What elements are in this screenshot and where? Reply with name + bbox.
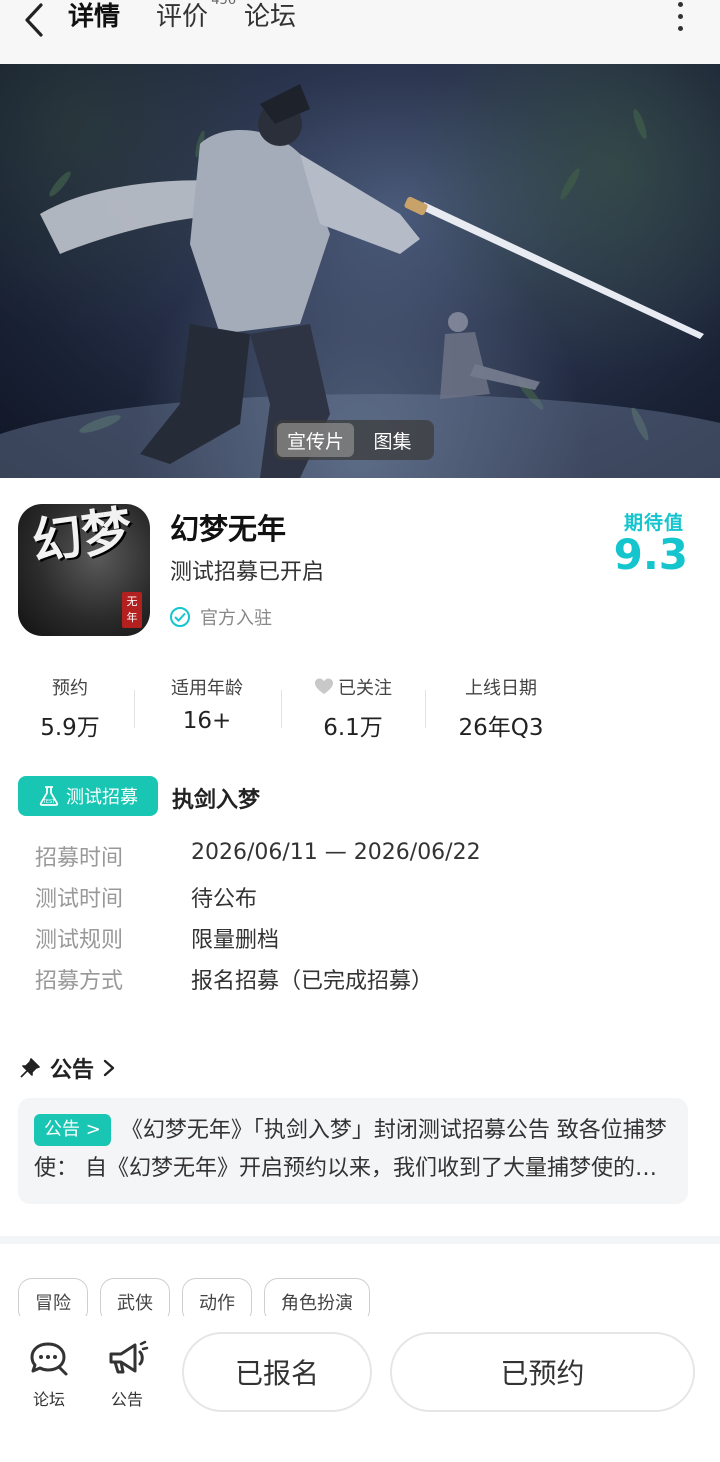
hero-video[interactable]: 宣传片 图集 bbox=[0, 64, 720, 478]
genre-tags: 冒险 武侠 动作 角色扮演 bbox=[18, 1278, 370, 1316]
more-options-button[interactable] bbox=[670, 0, 690, 32]
announcement-card[interactable]: 公告 > 《幻梦无年》「执剑入梦」封闭测试招募公告 致各位捕梦使： 自《幻梦无年》… bbox=[18, 1098, 688, 1204]
stat-followers[interactable]: 已关注 6.1万 bbox=[298, 674, 408, 742]
pin-icon bbox=[20, 1058, 40, 1078]
megaphone-icon bbox=[109, 1340, 149, 1374]
recruit-detail-value: 2026/06/11 — 2026/06/22 bbox=[191, 840, 481, 865]
stat-label: 上线日期 bbox=[465, 678, 537, 699]
app-icon-calligraphy: 幻梦 bbox=[28, 504, 136, 572]
genre-tag[interactable]: 动作 bbox=[182, 1278, 252, 1316]
chevron-right-icon bbox=[103, 1059, 115, 1077]
app-icon: 幻梦 无年 bbox=[18, 504, 150, 636]
recruit-detail-row: 招募时间 2026/06/11 — 2026/06/22 bbox=[35, 840, 481, 871]
test-recruit-badge-label: 测试招募 bbox=[66, 787, 138, 808]
announcement-header[interactable]: 公告 bbox=[20, 1052, 116, 1084]
app-title: 幻梦无年 bbox=[170, 512, 287, 546]
back-arrow-icon bbox=[25, 3, 43, 37]
tab-bar: 详情 评价 456 论坛 bbox=[68, 0, 332, 40]
stat-label-row: 已关注 bbox=[298, 674, 408, 700]
announcement-body: 公告 > 《幻梦无年》「执剑入梦」封闭测试招募公告 致各位捕梦使： 自《幻梦无年》… bbox=[34, 1112, 672, 1188]
verified-check-icon bbox=[170, 607, 190, 627]
stat-age-rating: 适用年龄 16+ bbox=[157, 674, 257, 734]
recruit-detail-row: 测试时间 待公布 bbox=[35, 881, 258, 912]
media-type-switch: 宣传片 图集 bbox=[274, 420, 434, 460]
stat-divider bbox=[425, 690, 426, 728]
test-recruit-badge: TEST 测试招募 bbox=[18, 776, 158, 816]
forum-button[interactable]: 论坛 bbox=[19, 1340, 79, 1410]
top-nav-bar: 详情 评价 456 论坛 bbox=[0, 0, 720, 64]
notice-button-label: 公告 bbox=[110, 1390, 143, 1409]
stat-launch-date: 上线日期 26年Q3 bbox=[446, 674, 556, 742]
stat-value: 5.9万 bbox=[40, 715, 100, 741]
tab-reviews-label: 评价 bbox=[156, 2, 209, 32]
section-divider bbox=[0, 1236, 720, 1244]
recruit-test-name: 执剑入梦 bbox=[172, 788, 261, 813]
stat-divider bbox=[134, 690, 135, 728]
stat-label: 已关注 bbox=[338, 678, 392, 699]
stat-reservations: 预约 5.9万 bbox=[30, 674, 110, 742]
recruit-detail-key: 测试时间 bbox=[35, 887, 124, 912]
recruit-detail-key: 测试规则 bbox=[35, 928, 124, 953]
tab-forum-label: 论坛 bbox=[244, 2, 297, 32]
app-icon-seal: 无年 bbox=[122, 592, 142, 628]
svg-text:TEST: TEST bbox=[42, 799, 56, 805]
bottom-action-bar: 论坛 公告 已报名 已预约 bbox=[0, 1316, 720, 1462]
notice-button[interactable]: 公告 bbox=[97, 1340, 157, 1410]
tab-reviews[interactable]: 评价 456 bbox=[156, 0, 236, 40]
tab-details[interactable]: 详情 bbox=[68, 0, 121, 40]
tab-details-label: 详情 bbox=[68, 2, 121, 32]
announcement-text: 《幻梦无年》「执剑入梦」封闭测试招募公告 致各位捕梦使： 自《幻梦无年》开启预约… bbox=[34, 1118, 667, 1181]
heart-icon bbox=[315, 678, 333, 694]
hero-artwork bbox=[0, 84, 720, 478]
recruit-detail-row: 招募方式 报名招募（已完成招募） bbox=[35, 963, 434, 994]
announcement-tag: 公告 > bbox=[34, 1114, 111, 1146]
official-badge[interactable]: 官方入驻 bbox=[170, 604, 272, 630]
forum-button-label: 论坛 bbox=[32, 1390, 65, 1409]
stat-value: 26年Q3 bbox=[458, 715, 544, 741]
stat-label: 预约 bbox=[52, 678, 88, 699]
promo-video-tab[interactable]: 宣传片 bbox=[277, 423, 354, 457]
stat-value: 6.1万 bbox=[323, 715, 383, 741]
genre-tag[interactable]: 武侠 bbox=[100, 1278, 170, 1316]
recruit-detail-key: 招募方式 bbox=[35, 969, 124, 994]
review-count-badge: 456 bbox=[211, 0, 237, 8]
signed-up-button[interactable]: 已报名 bbox=[182, 1332, 372, 1412]
more-vertical-icon-dot bbox=[677, 13, 683, 19]
back-button[interactable] bbox=[14, 0, 54, 40]
recruit-detail-value: 报名招募（已完成招募） bbox=[191, 969, 434, 994]
reserved-button[interactable]: 已预约 bbox=[390, 1332, 695, 1412]
announcement-heading: 公告 bbox=[50, 1058, 95, 1083]
official-label: 官方入驻 bbox=[200, 608, 272, 629]
recruit-detail-value: 待公布 bbox=[191, 887, 258, 912]
recruit-detail-row: 测试规则 限量删档 bbox=[35, 922, 280, 953]
gallery-tab[interactable]: 图集 bbox=[354, 423, 431, 457]
more-vertical-icon-dot bbox=[677, 25, 683, 31]
genre-tag[interactable]: 角色扮演 bbox=[264, 1278, 370, 1316]
tab-forum[interactable]: 论坛 bbox=[244, 0, 296, 40]
genre-tag[interactable]: 冒险 bbox=[18, 1278, 88, 1316]
forum-chat-icon bbox=[30, 1342, 68, 1376]
app-subtitle: 测试招募已开启 bbox=[170, 560, 325, 585]
stat-divider bbox=[281, 690, 282, 728]
recruit-detail-value: 限量删档 bbox=[191, 928, 280, 953]
expect-score: 9.3 bbox=[613, 530, 688, 579]
stat-label: 适用年龄 bbox=[171, 678, 243, 699]
more-vertical-icon bbox=[677, 1, 683, 7]
stat-value: 16+ bbox=[182, 708, 232, 734]
recruit-detail-key: 招募时间 bbox=[35, 846, 124, 871]
test-flask-icon: TEST bbox=[39, 786, 59, 806]
